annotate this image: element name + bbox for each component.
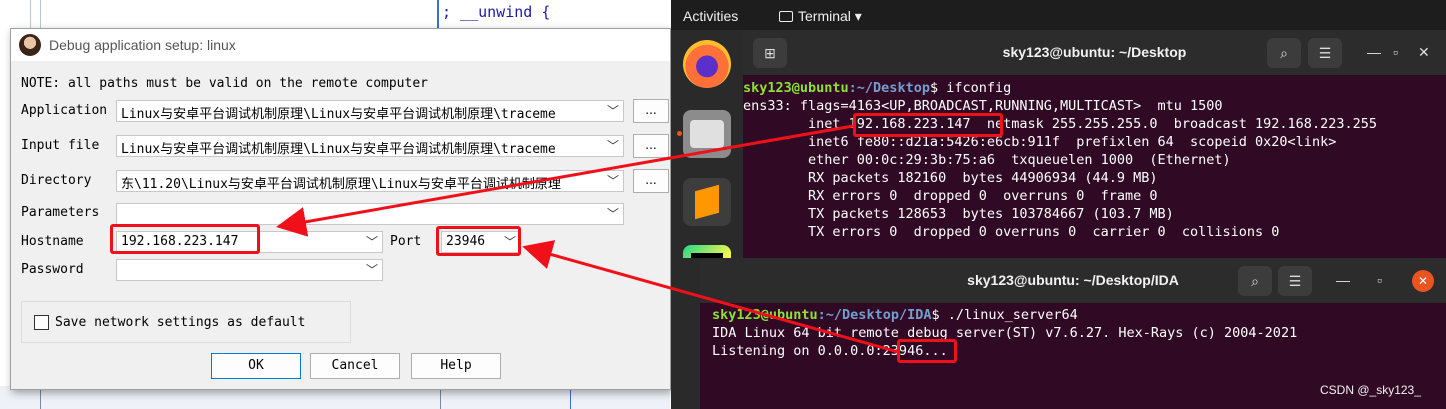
csdn-watermark: CSDN @_sky123_: [1320, 383, 1421, 397]
arrow-port-to-port: [522, 240, 899, 354]
annotation-arrows: [276, 124, 899, 354]
arrow-ip-to-hostname: [276, 124, 854, 237]
